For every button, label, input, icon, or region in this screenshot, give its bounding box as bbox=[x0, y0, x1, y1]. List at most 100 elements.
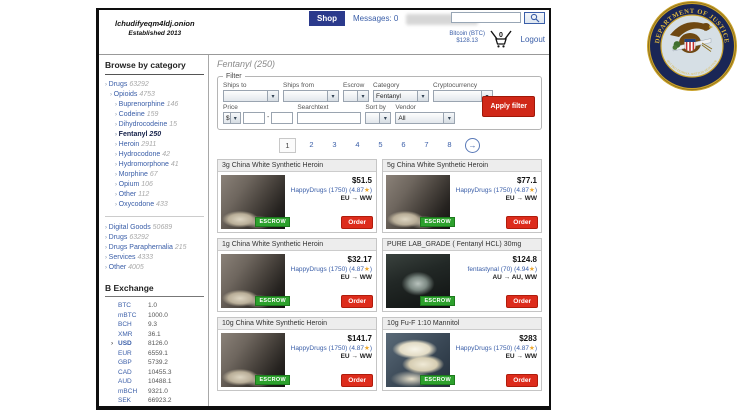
ships-to-select[interactable]: ▾ bbox=[223, 90, 279, 102]
sidebar-title: Browse by category bbox=[105, 60, 204, 75]
ship-route: EU → WW bbox=[290, 274, 372, 281]
vendor-link[interactable]: HappyDrugs (1750) (4.87★) bbox=[290, 265, 372, 273]
rating-close: ) bbox=[370, 187, 372, 194]
currency-code[interactable]: SEK bbox=[118, 396, 148, 406]
sidebar-category[interactable]: Other 4005 bbox=[105, 263, 204, 273]
page-number[interactable]: 2 bbox=[304, 138, 319, 153]
site-identity: lchudifyeqm4ldj.onion Established 2013 bbox=[115, 19, 195, 37]
sidebar-category[interactable]: Hydrocodone 42 bbox=[105, 150, 204, 160]
price-min-input[interactable] bbox=[243, 112, 265, 124]
currency-code[interactable]: mBTC bbox=[118, 311, 148, 321]
product-info: $51.5 HappyDrugs (1750) (4.87★) EU → WW bbox=[290, 172, 376, 202]
next-page-button[interactable]: → bbox=[465, 138, 480, 153]
shop-button[interactable]: Shop bbox=[309, 11, 345, 26]
searchtext-input[interactable] bbox=[297, 112, 361, 124]
currency-code[interactable]: AUD bbox=[118, 377, 148, 387]
category-label: Other bbox=[109, 264, 127, 271]
currency-code[interactable]: BTC bbox=[118, 301, 148, 311]
vendor-name: HappyDrugs (1750) bbox=[291, 345, 348, 352]
site-established: Established 2013 bbox=[115, 30, 195, 37]
category-count: 4753 bbox=[139, 91, 155, 98]
sidebar-category[interactable]: Other 112 bbox=[105, 190, 204, 200]
sidebar-category[interactable]: Hydromorphone 41 bbox=[105, 160, 204, 170]
product-title[interactable]: 5g China White Synthetic Heroin bbox=[383, 160, 541, 172]
escrow-badge: ESCROW bbox=[420, 296, 455, 306]
sidebar-category[interactable]: Opioids 4753 bbox=[105, 90, 204, 100]
vendor-link[interactable]: HappyDrugs (1750) (4.87★) bbox=[290, 186, 372, 194]
vendor-link[interactable]: HappyDrugs (1750) (4.87★) bbox=[455, 344, 537, 352]
order-button[interactable]: Order bbox=[341, 374, 373, 387]
order-button[interactable]: Order bbox=[506, 295, 538, 308]
sidebar-category[interactable]: Oxycodone 433 bbox=[105, 200, 204, 210]
product-title[interactable]: 1g China White Synthetic Heroin bbox=[218, 239, 376, 251]
product-image[interactable]: ESCROW bbox=[386, 175, 450, 229]
sidebar-category[interactable]: Morphine 67 bbox=[105, 170, 204, 180]
product-title[interactable]: 10g Fu-F 1:10 Mannitol bbox=[383, 318, 541, 330]
product-image[interactable]: ESCROW bbox=[221, 254, 285, 308]
product-title[interactable]: 3g China White Synthetic Heroin bbox=[218, 160, 376, 172]
rating-close: ) bbox=[370, 345, 372, 352]
vendor-select[interactable]: All▾ bbox=[395, 112, 455, 124]
currency-code[interactable]: NOK bbox=[118, 406, 148, 407]
category-count: 250 bbox=[149, 131, 161, 138]
sidebar-category[interactable]: Heroin 2911 bbox=[105, 140, 204, 150]
sidebar-category[interactable]: Services 4333 bbox=[105, 253, 204, 263]
page-number[interactable]: 1 bbox=[279, 138, 296, 153]
search-button[interactable] bbox=[524, 12, 545, 24]
order-button[interactable]: Order bbox=[341, 295, 373, 308]
sidebar-category[interactable]: Codeine 159 bbox=[105, 110, 204, 120]
product-image[interactable]: ESCROW bbox=[386, 333, 450, 387]
search-input[interactable] bbox=[451, 12, 521, 23]
currency-code[interactable]: mBCH bbox=[118, 387, 148, 397]
order-button[interactable]: Order bbox=[341, 216, 373, 229]
logout-link[interactable]: Logout bbox=[521, 35, 545, 44]
sidebar-category[interactable]: Drugs 63292 bbox=[105, 80, 204, 90]
bitcoin-rate: Bitcoin (BTC) $128.13 bbox=[449, 31, 485, 45]
page-number[interactable]: 4 bbox=[350, 138, 365, 153]
currency-value: 36.1 bbox=[148, 331, 161, 338]
order-button[interactable]: Order bbox=[506, 374, 538, 387]
messages-link[interactable]: Messages: 0 bbox=[353, 14, 398, 23]
slide-canvas: lchudifyeqm4ldj.onion Established 2013 S… bbox=[0, 0, 740, 416]
category-select[interactable]: Fentanyl▾ bbox=[373, 90, 429, 102]
currency-code[interactable]: CAD bbox=[118, 368, 148, 378]
sidebar-category[interactable]: Dihydrocodeine 15 bbox=[105, 120, 204, 130]
currency-code[interactable]: BCH bbox=[118, 320, 148, 330]
page-number[interactable]: 3 bbox=[327, 138, 342, 153]
sidebar-category[interactable]: Drugs Paraphernalia 215 bbox=[105, 243, 204, 253]
product-title[interactable]: PURE LAB_GRADE ( Fentanyl HCL) 30mg bbox=[383, 239, 541, 251]
ships-from-select[interactable]: ▾ bbox=[283, 90, 339, 102]
product-body: ESCROW $283 HappyDrugs (1750) (4.87★) EU… bbox=[383, 330, 541, 390]
currency-code[interactable]: EUR bbox=[118, 349, 148, 359]
sidebar-category[interactable]: Fentanyl 250 bbox=[105, 130, 204, 140]
page-number[interactable]: 7 bbox=[419, 138, 434, 153]
currency-code[interactable]: GBP bbox=[118, 358, 148, 368]
price-currency-select[interactable]: $▾ bbox=[223, 112, 241, 124]
product-body: ESCROW $51.5 HappyDrugs (1750) (4.87★) E… bbox=[218, 172, 376, 232]
page-number[interactable]: 5 bbox=[373, 138, 388, 153]
currency-code[interactable]: XMR bbox=[118, 330, 148, 340]
sort-by-select[interactable]: ▾ bbox=[365, 112, 391, 124]
currency-code[interactable]: USD bbox=[118, 339, 148, 349]
apply-filter-button[interactable]: Apply filter bbox=[482, 96, 535, 117]
vendor-link[interactable]: HappyDrugs (1750) (4.87★) bbox=[455, 186, 537, 194]
order-button[interactable]: Order bbox=[506, 216, 538, 229]
page-number[interactable]: 6 bbox=[396, 138, 411, 153]
sidebar-category[interactable]: Opium 106 bbox=[105, 180, 204, 190]
vendor-link[interactable]: HappyDrugs (1750) (4.87★) bbox=[290, 344, 372, 352]
page-number[interactable]: 8 bbox=[442, 138, 457, 153]
product-image[interactable]: ESCROW bbox=[221, 333, 285, 387]
sidebar-category[interactable]: Digital Goods 50689 bbox=[105, 223, 204, 233]
vendor-link[interactable]: fentastynal (70) (4.94★) bbox=[455, 265, 537, 273]
product-image[interactable]: ESCROW bbox=[386, 254, 450, 308]
cart-icon[interactable]: 0 bbox=[489, 29, 513, 48]
escrow-select[interactable]: ▾ bbox=[343, 90, 369, 102]
product-card: 1g China White Synthetic Heroin ESCROW $… bbox=[217, 238, 377, 312]
product-image[interactable]: ESCROW bbox=[221, 175, 285, 229]
sidebar-category[interactable]: Buprenorphine 146 bbox=[105, 100, 204, 110]
price-field: Price $▾ - bbox=[223, 104, 293, 124]
price-max-input[interactable] bbox=[271, 112, 293, 124]
currency-value: 9.3 bbox=[148, 321, 157, 328]
product-title[interactable]: 10g China White Synthetic Heroin bbox=[218, 318, 376, 330]
sidebar-category[interactable]: Drugs 63292 bbox=[105, 233, 204, 243]
